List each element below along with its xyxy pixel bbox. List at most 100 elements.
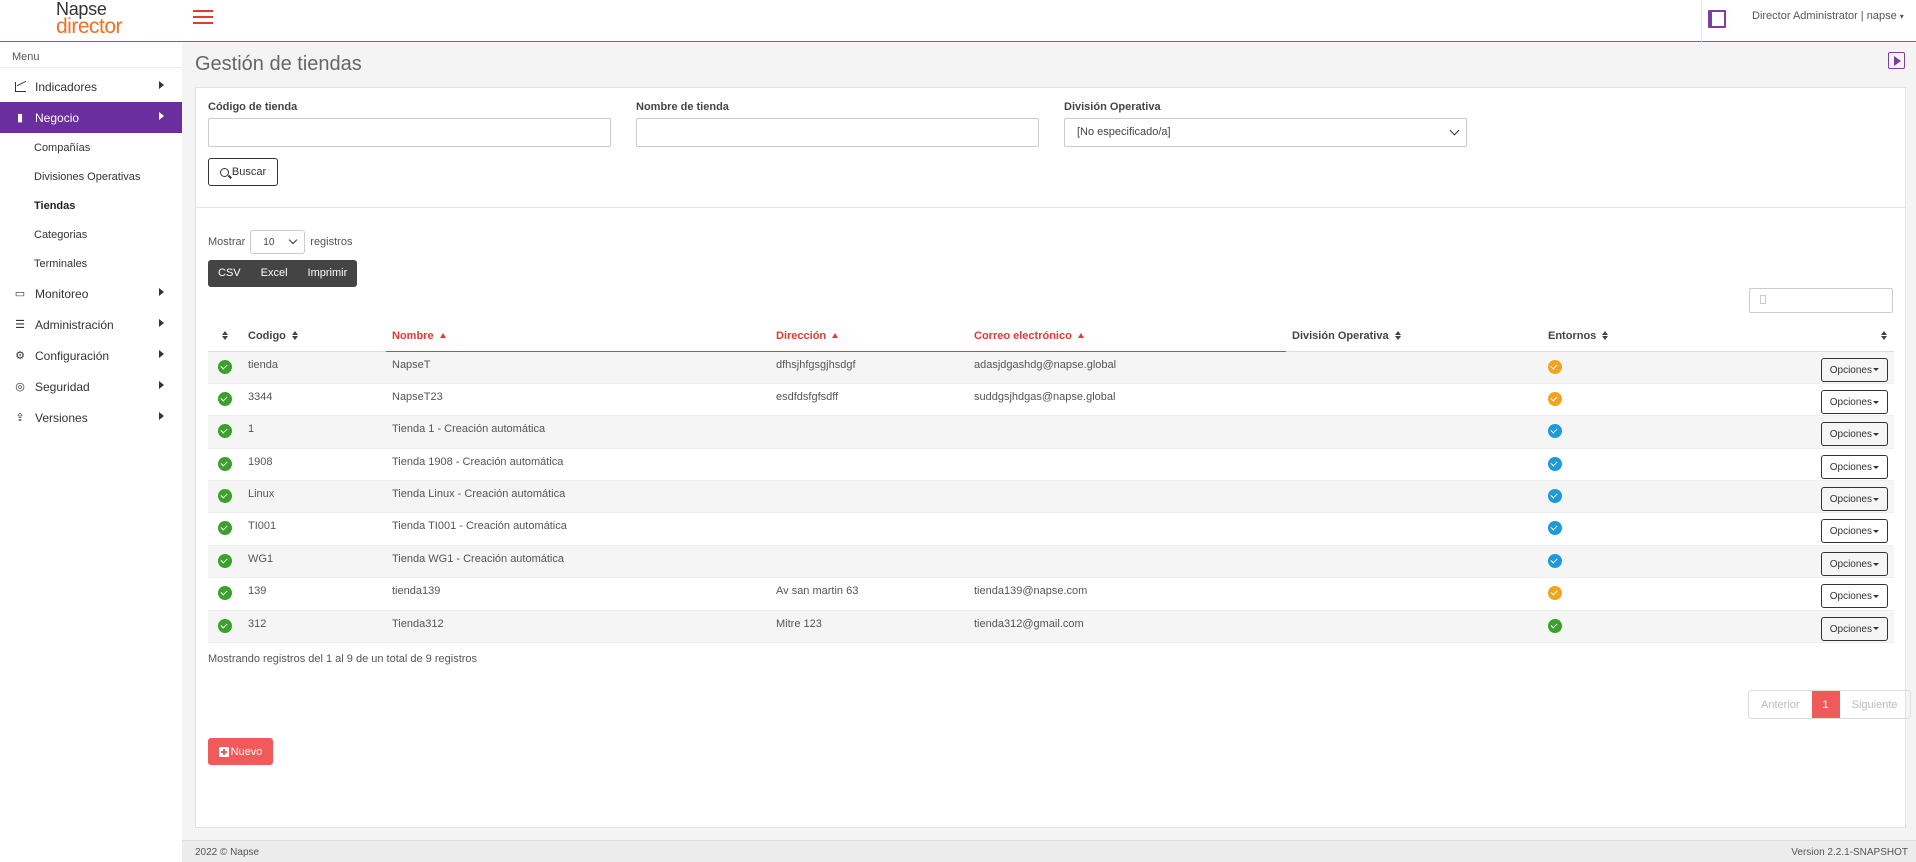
pagination-page-1[interactable]: 1	[1811, 691, 1840, 718]
imprimir-button[interactable]: Imprimir	[298, 260, 358, 287]
caret-right-icon	[159, 112, 164, 120]
hamburger-menu-icon[interactable]	[193, 10, 213, 26]
codigo-column-header[interactable]: Codigo	[242, 321, 386, 352]
gears-icon: ⚙	[15, 350, 25, 362]
caret-down-icon	[1873, 400, 1879, 404]
direccion-cell	[770, 545, 968, 579]
caret-down-icon	[1873, 627, 1879, 631]
pagination-next[interactable]: Siguiente	[1840, 691, 1910, 718]
sidebar-subitem-companias[interactable]: Compañías	[0, 133, 182, 162]
status-check-icon	[218, 489, 232, 504]
opciones-button[interactable]: Opciones	[1820, 454, 1888, 479]
csv-button[interactable]: CSV	[208, 260, 251, 287]
status-cell	[208, 545, 242, 579]
status-cell	[208, 610, 242, 644]
entornos-column-header[interactable]: Entornos	[1542, 321, 1802, 352]
sidebar-item-indicadores[interactable]: Indicadores	[0, 71, 182, 102]
opciones-button[interactable]: Opciones	[1820, 357, 1888, 382]
sidebar-subitem-categorias[interactable]: Categorias	[0, 220, 182, 249]
options-cell: Opciones	[1802, 545, 1894, 579]
entorno-status-icon	[1548, 553, 1562, 568]
correo-cell: tienda312@gmail.com	[968, 610, 1286, 644]
table-row: Linux Tienda Linux - Creación automática O…	[208, 480, 1894, 514]
sidebar-subitem-divisiones[interactable]: Divisiones Operativas	[0, 162, 182, 191]
play-tour-icon[interactable]	[1888, 52, 1905, 69]
opciones-button[interactable]: Opciones	[1820, 584, 1888, 609]
nombre-input[interactable]	[636, 118, 1039, 147]
pagination-prev[interactable]: Anterior	[1749, 691, 1812, 718]
chevron-down-icon	[289, 235, 298, 245]
options-cell: Opciones	[1802, 351, 1894, 384]
table-row: 139 tienda139 Av san martin 63 tienda139@na…	[208, 577, 1894, 611]
opciones-button[interactable]: Opciones	[1820, 519, 1888, 544]
sidebar: Menu Indicadores ▮ Negocio Compañías Div…	[0, 43, 182, 862]
user-menu[interactable]: Director Administrator | napse ▾	[1752, 10, 1904, 22]
opciones-button[interactable]: Opciones	[1820, 389, 1888, 414]
table-search-input[interactable]	[1749, 288, 1893, 313]
sidebar-item-administracion[interactable]: ☰ Administración	[0, 309, 182, 340]
status-check-icon	[218, 553, 232, 568]
options-cell: Opciones	[1802, 383, 1894, 417]
correo-cell	[968, 448, 1286, 482]
sidebar-item-monitoreo[interactable]: ▭ Monitoreo	[0, 278, 182, 309]
sidebar-item-seguridad[interactable]: ◎ Seguridad	[0, 371, 182, 402]
sort-icon	[291, 331, 299, 341]
entorno-status-icon	[1548, 456, 1562, 471]
options-cell: Opciones	[1802, 512, 1894, 546]
sidebar-subitem-terminales[interactable]: Terminales	[0, 249, 182, 278]
entorno-status-icon	[1548, 359, 1562, 374]
nombre-cell: Tienda 1908 - Creación automática	[386, 448, 770, 482]
sidebar-subitem-tiendas[interactable]: Tiendas	[0, 191, 182, 220]
caret-down-icon	[1873, 595, 1879, 599]
sidebar-item-versiones[interactable]: ⇪ Versiones	[0, 402, 182, 433]
correo-cell	[968, 545, 1286, 579]
entornos-cell	[1542, 610, 1802, 644]
opciones-button[interactable]: Opciones	[1820, 422, 1888, 447]
codigo-cell: 1	[242, 415, 386, 449]
direccion-column-header[interactable]: Dirección	[770, 321, 968, 352]
division-cell	[1286, 610, 1542, 644]
options-cell: Opciones	[1802, 610, 1894, 644]
page-length-select[interactable]: 10	[250, 230, 306, 254]
table-row: 1908 Tienda 1908 - Creación automática Opc…	[208, 448, 1894, 482]
book-icon[interactable]	[1708, 10, 1726, 28]
table-row: 312 Tienda312 Mitre 123 tienda312@gmail.com…	[208, 610, 1894, 644]
excel-button[interactable]: Excel	[251, 260, 298, 287]
status-check-icon	[218, 391, 232, 406]
status-column-header[interactable]	[208, 321, 242, 352]
status-cell	[208, 415, 242, 449]
codigo-input[interactable]	[208, 118, 611, 147]
sidebar-item-label: Seguridad	[35, 379, 90, 394]
sidebar-item-configuracion[interactable]: ⚙ Configuración	[0, 340, 182, 371]
status-check-icon	[218, 521, 232, 536]
caret-right-icon	[159, 350, 164, 358]
codigo-cell: 312	[242, 610, 386, 644]
codigo-cell: 139	[242, 577, 386, 611]
opciones-button[interactable]: Opciones	[1820, 487, 1888, 512]
list-icon: ☰	[15, 319, 25, 331]
buscar-button[interactable]: Buscar	[208, 158, 278, 186]
opciones-button[interactable]: Opciones	[1820, 551, 1888, 576]
nuevo-button[interactable]: Nuevo	[208, 738, 273, 765]
caret-right-icon	[159, 81, 164, 89]
correo-column-header[interactable]: Correo electrónico	[968, 321, 1286, 352]
options-column-header[interactable]	[1802, 321, 1894, 352]
napse-director-logo[interactable]: Napse director	[56, 0, 123, 37]
opciones-button[interactable]: Opciones	[1820, 616, 1888, 641]
correo-cell	[968, 480, 1286, 514]
codigo-cell: 3344	[242, 383, 386, 417]
division-column-header[interactable]: División Operativa	[1286, 321, 1542, 352]
status-cell	[208, 577, 242, 611]
codigo-cell: WG1	[242, 545, 386, 579]
copyright: 2022 © Napse	[195, 847, 260, 858]
status-cell	[208, 448, 242, 482]
division-cell	[1286, 351, 1542, 384]
chart-line-icon	[13, 81, 27, 93]
nombre-column-header[interactable]: Nombre	[386, 321, 770, 352]
building-icon: ▮	[16, 112, 24, 124]
codigo-cell: Linux	[242, 480, 386, 514]
sort-asc-icon	[1077, 333, 1084, 339]
sidebar-item-negocio[interactable]: ▮ Negocio	[0, 102, 182, 133]
division-select[interactable]: [No especificado/a]	[1064, 118, 1467, 147]
status-check-icon	[218, 424, 232, 439]
